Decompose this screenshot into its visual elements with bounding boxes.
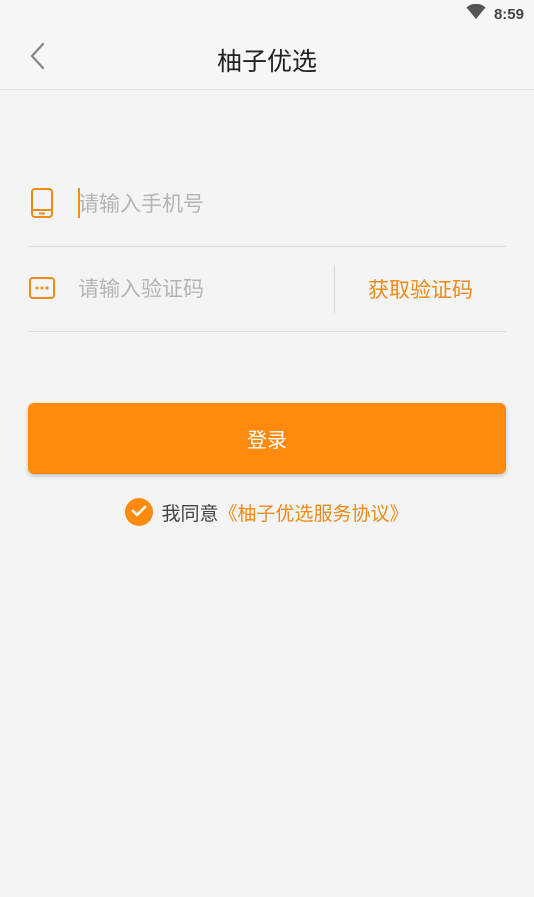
agree-checkbox[interactable]: [125, 498, 154, 526]
status-bar: 8:59: [0, 0, 534, 28]
code-input[interactable]: [78, 270, 328, 308]
agreement-link[interactable]: 《柚子优选服务协议》: [219, 499, 409, 526]
phone-row: [28, 161, 506, 247]
header: 柚子优选: [0, 28, 534, 90]
page-title: 柚子优选: [216, 47, 317, 76]
status-bar-right: 8:59: [466, 3, 524, 24]
get-code-button[interactable]: 获取验证码: [335, 246, 506, 332]
agreement-text: 我同意: [161, 502, 219, 525]
check-icon: [131, 503, 147, 522]
code-row: 获取验证码: [28, 246, 506, 332]
login-button[interactable]: 登录: [28, 403, 506, 474]
status-time: 8:59: [493, 5, 524, 23]
phone-input[interactable]: [78, 185, 478, 223]
text-caret: [78, 188, 80, 218]
wifi-icon: [466, 3, 486, 24]
agreement: 我同意 《柚子优选服务协议》: [0, 497, 534, 527]
phone-icon: [28, 186, 56, 220]
message-icon: [28, 271, 56, 305]
